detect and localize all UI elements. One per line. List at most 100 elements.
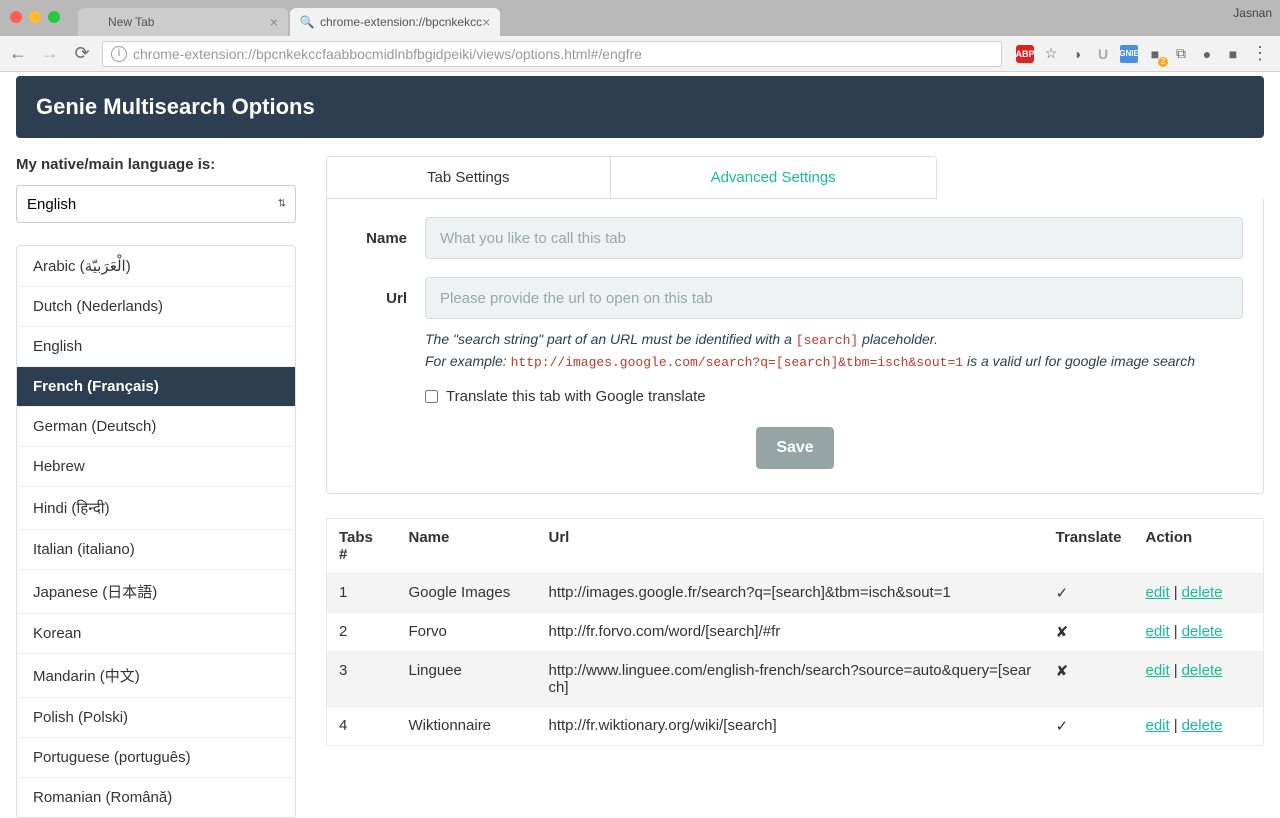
edit-link[interactable]: edit [1146,662,1170,679]
language-item[interactable]: Romanian (Română) [17,778,295,817]
nav-back-button[interactable]: ← [6,43,30,64]
tab-title: chrome-extension://bpcnkekcc [320,15,482,29]
cell-tab-no: 2 [327,613,397,652]
language-item[interactable]: Arabic (الْعَرَبيّة) [17,246,295,287]
table-row: 1Google Imageshttp://images.google.fr/se… [327,574,1264,613]
save-button[interactable]: Save [756,427,833,469]
window-maximize-button[interactable] [48,11,60,23]
main-panel: Tab Settings Advanced Settings Name Url … [326,156,1264,818]
extension-icon-2[interactable]: ■2 [1146,45,1164,63]
cell-tab-no: 3 [327,652,397,707]
edit-link[interactable]: edit [1146,584,1170,601]
action-separator: | [1170,662,1182,679]
table-row: 4Wiktionnairehttp://fr.wiktionary.org/wi… [327,707,1264,746]
native-language-label: My native/main language is: [16,156,296,173]
cell-action: edit|delete [1134,574,1264,613]
edit-link[interactable]: edit [1146,717,1170,734]
helper-code-search: [search] [796,333,858,348]
tab-settings-tab[interactable]: Tab Settings [327,157,611,198]
language-item[interactable]: English [17,327,295,367]
omnibox-url: chrome-extension://bpcnkekccfaabbocmidln… [133,46,642,62]
advanced-settings-tab[interactable]: Advanced Settings [611,157,936,198]
tab-favicon: 🔍 [300,15,314,29]
native-language-select[interactable]: English [16,185,296,223]
cell-name: Forvo [397,613,537,652]
url-input[interactable] [425,277,1243,319]
cell-url: http://www.linguee.com/english-french/se… [537,652,1044,707]
th-name: Name [397,519,537,574]
language-item[interactable]: French (Français) [17,367,295,407]
browser-tab[interactable]: New Tab × [78,8,288,36]
translate-checkbox-label: Translate this tab with Google translate [446,388,706,405]
action-separator: | [1170,584,1182,601]
name-field-label: Name [347,230,407,247]
name-input[interactable] [425,217,1243,259]
extension-icon-u[interactable]: U [1094,45,1112,63]
nav-forward-button[interactable]: → [38,43,62,64]
language-item[interactable]: Dutch (Nederlands) [17,287,295,327]
cell-action: edit|delete [1134,613,1264,652]
extension-icon-3[interactable]: ⧉ [1172,45,1190,63]
tabs-table: Tabs # Name Url Translate Action 1Google… [326,518,1264,746]
language-item[interactable]: Korean [17,614,295,654]
language-item[interactable]: Mandarin (中文) [17,654,295,698]
action-separator: | [1170,623,1182,640]
sidebar: My native/main language is: English Arab… [16,156,296,818]
cell-translate: ✓ [1044,707,1134,746]
address-bar-row: ← → ⟳ i chrome-extension://bpcnkekccfaab… [0,36,1280,72]
window-close-button[interactable] [10,11,22,23]
language-item[interactable]: Portuguese (português) [17,738,295,778]
action-separator: | [1170,717,1182,734]
site-info-icon[interactable]: i [111,46,127,62]
browser-chrome: New Tab×🔍chrome-extension://bpcnkekcc× J… [0,0,1280,36]
cell-name: Google Images [397,574,537,613]
helper-code-example: http://images.google.com/search?q=[searc… [511,355,963,370]
abp-extension-icon[interactable]: ABP [1016,45,1034,63]
cell-url: http://images.google.fr/search?q=[search… [537,574,1044,613]
gnie-extension-icon[interactable]: GNIE [1120,45,1138,63]
delete-link[interactable]: delete [1182,662,1223,679]
th-url: Url [537,519,1044,574]
delete-link[interactable]: delete [1182,717,1223,734]
extension-icon-5[interactable]: ■ [1224,45,1242,63]
table-row: 2Forvohttp://fr.forvo.com/word/[search]/… [327,613,1264,652]
window-minimize-button[interactable] [29,11,41,23]
language-item[interactable]: German (Deutsch) [17,407,295,447]
delete-link[interactable]: delete [1182,623,1223,640]
nav-reload-button[interactable]: ⟳ [70,43,94,64]
tab-title: New Tab [108,15,154,29]
cell-action: edit|delete [1134,652,1264,707]
th-action: Action [1134,519,1264,574]
translate-checkbox[interactable] [425,390,438,403]
extension-icon-4[interactable]: ● [1198,45,1216,63]
language-item[interactable]: Hindi (हिन्दी) [17,487,295,530]
content: My native/main language is: English Arab… [0,138,1280,818]
browser-profile-label[interactable]: Jasnan [1233,6,1272,20]
window-buttons [10,11,60,23]
page-title: Genie Multisearch Options [36,94,1244,120]
tab-favicon [88,15,102,29]
language-item[interactable]: Japanese (日本語) [17,570,295,614]
cell-translate: ✓ [1044,574,1134,613]
cell-action: edit|delete [1134,707,1264,746]
cell-url: http://fr.forvo.com/word/[search]/#fr [537,613,1044,652]
toolbar-icons: ABP ☆ ◑ U GNIE ■2 ⧉ ● ■ ⋮ [1010,45,1274,63]
tab-close-icon[interactable]: × [482,14,490,30]
language-item[interactable]: Polish (Polski) [17,698,295,738]
browser-tab[interactable]: 🔍 chrome-extension://bpcnkekcc× [290,8,500,36]
language-item[interactable]: Hebrew [17,447,295,487]
tab-close-icon[interactable]: × [270,14,278,30]
table-row: 3Lingueehttp://www.linguee.com/english-f… [327,652,1264,707]
edit-link[interactable]: edit [1146,623,1170,640]
cell-translate: ✘ [1044,652,1134,707]
url-helper-text: The "search string" part of an URL must … [425,329,1243,372]
cell-tab-no: 4 [327,707,397,746]
extension-icon-1[interactable]: ◑ [1068,45,1086,63]
star-icon[interactable]: ☆ [1042,45,1060,63]
browser-menu-icon[interactable]: ⋮ [1250,45,1268,63]
settings-tabstrip: Tab Settings Advanced Settings [326,156,937,199]
delete-link[interactable]: delete [1182,584,1223,601]
language-item[interactable]: Italian (italiano) [17,530,295,570]
omnibox[interactable]: i chrome-extension://bpcnkekccfaabbocmid… [102,41,1002,67]
cell-name: Linguee [397,652,537,707]
